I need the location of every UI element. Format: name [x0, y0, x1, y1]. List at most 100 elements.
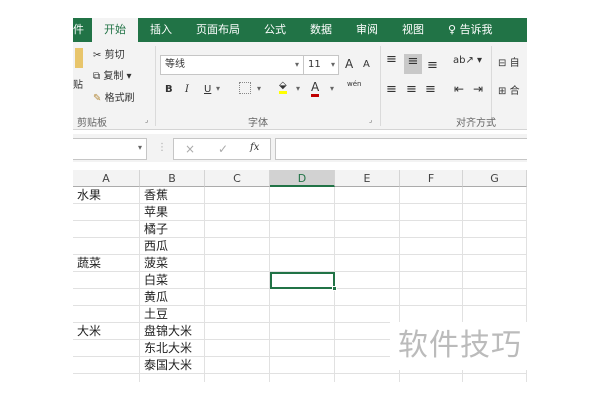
copy-button[interactable]: ⧉ 复制 ▾	[93, 67, 132, 82]
name-box[interactable]: ▾	[73, 138, 147, 160]
increase-indent-button[interactable]: ⇥	[473, 82, 483, 96]
cell-c10[interactable]	[205, 340, 270, 357]
cell-b11[interactable]: 泰国大米	[140, 357, 205, 374]
cell-g4[interactable]	[463, 238, 527, 255]
cell-f12[interactable]	[400, 374, 463, 382]
cell-b1[interactable]: 香蕉	[140, 187, 205, 204]
fill-color-icon[interactable]: ⬙	[279, 80, 287, 94]
formula-input[interactable]	[275, 138, 527, 160]
underline-button[interactable]: U	[204, 84, 211, 95]
cell-e5[interactable]	[335, 255, 400, 272]
phonetic-button[interactable]: wén	[347, 80, 361, 88]
cell-f4[interactable]	[400, 238, 463, 255]
cell-f5[interactable]	[400, 255, 463, 272]
cell-c6[interactable]	[205, 272, 270, 289]
cell-a10[interactable]	[73, 340, 140, 357]
cell-a2[interactable]	[73, 204, 140, 221]
cell-d11[interactable]	[270, 357, 335, 374]
tab-view[interactable]: 视图	[390, 18, 436, 42]
tab-review[interactable]: 审阅	[344, 18, 390, 42]
cell-b5[interactable]: 菠菜	[140, 255, 205, 272]
cell-g1[interactable]	[463, 187, 527, 204]
cell-c3[interactable]	[205, 221, 270, 238]
cell-e3[interactable]	[335, 221, 400, 238]
clipboard-launcher-icon[interactable]: ⌟	[145, 116, 148, 124]
cell-f2[interactable]	[400, 204, 463, 221]
font-color-dropdown[interactable]: ▾	[330, 84, 334, 93]
font-name-select[interactable]: 等线 ▾	[160, 55, 304, 75]
decrease-indent-button[interactable]: ⇤	[454, 82, 464, 96]
cell-c9[interactable]	[205, 323, 270, 340]
tell-me-search[interactable]: ♀ 告诉我	[436, 18, 505, 42]
align-middle-button[interactable]: ≡	[404, 54, 422, 74]
cell-g7[interactable]	[463, 289, 527, 306]
cell-d12[interactable]	[270, 374, 335, 382]
cell-b9[interactable]: 盘锦大米	[140, 323, 205, 340]
format-painter-button[interactable]: ✎ 格式刷	[93, 89, 135, 104]
cell-a9[interactable]: 大米	[73, 323, 140, 340]
cell-g3[interactable]	[463, 221, 527, 238]
tab-page-layout[interactable]: 页面布局	[184, 18, 252, 42]
cell-b2[interactable]: 苹果	[140, 204, 205, 221]
cell-b10[interactable]: 东北大米	[140, 340, 205, 357]
cell-b8[interactable]: 土豆	[140, 306, 205, 323]
column-header-g[interactable]: G	[463, 170, 527, 187]
cancel-button[interactable]: ×	[185, 142, 195, 156]
cell-g6[interactable]	[463, 272, 527, 289]
cell-d3[interactable]	[270, 221, 335, 238]
cell-f7[interactable]	[400, 289, 463, 306]
cell-c12[interactable]	[205, 374, 270, 382]
cell-a1[interactable]: 水果	[73, 187, 140, 204]
cell-e12[interactable]	[335, 374, 400, 382]
tab-data[interactable]: 数据	[298, 18, 344, 42]
cell-e7[interactable]	[335, 289, 400, 306]
enter-button[interactable]: ✓	[218, 142, 228, 156]
cell-b6[interactable]: 白菜	[140, 272, 205, 289]
font-size-select[interactable]: 11 ▾	[303, 55, 339, 75]
cell-c1[interactable]	[205, 187, 270, 204]
cell-f3[interactable]	[400, 221, 463, 238]
cell-a8[interactable]	[73, 306, 140, 323]
tab-insert[interactable]: 插入	[138, 18, 184, 42]
font-color-icon[interactable]: A	[311, 80, 320, 97]
cell-c7[interactable]	[205, 289, 270, 306]
wrap-text-button[interactable]: ⊟ 自	[498, 54, 520, 69]
cell-b3[interactable]: 橘子	[140, 221, 205, 238]
column-header-b[interactable]: B	[140, 170, 205, 187]
cell-b4[interactable]: 西瓜	[140, 238, 205, 255]
cell-f1[interactable]	[400, 187, 463, 204]
column-header-f[interactable]: F	[400, 170, 463, 187]
cell-a12[interactable]	[73, 374, 140, 382]
cell-f8[interactable]	[400, 306, 463, 323]
cell-e1[interactable]	[335, 187, 400, 204]
font-launcher-icon[interactable]: ⌟	[369, 116, 372, 124]
cell-e2[interactable]	[335, 204, 400, 221]
underline-dropdown[interactable]: ▾	[216, 84, 220, 93]
paste-button[interactable]: 贴	[73, 76, 83, 91]
cell-a5[interactable]: 蔬菜	[73, 255, 140, 272]
decrease-font-button[interactable]: A	[363, 59, 370, 70]
tab-formulas[interactable]: 公式	[252, 18, 298, 42]
cell-e4[interactable]	[335, 238, 400, 255]
align-center-button[interactable]: ≡	[406, 82, 417, 97]
cell-c5[interactable]	[205, 255, 270, 272]
cell-b12[interactable]	[140, 374, 205, 382]
insert-function-button[interactable]: fx	[250, 142, 259, 153]
orientation-button[interactable]: ab↗ ▾	[453, 55, 482, 66]
italic-button[interactable]: I	[185, 84, 189, 95]
align-top-button[interactable]: ≡	[386, 52, 397, 67]
bold-button[interactable]: B	[165, 84, 173, 95]
cell-g8[interactable]	[463, 306, 527, 323]
cell-d6[interactable]	[270, 272, 337, 291]
cell-a7[interactable]	[73, 289, 140, 306]
cell-c4[interactable]	[205, 238, 270, 255]
cell-a3[interactable]	[73, 221, 140, 238]
cell-c11[interactable]	[205, 357, 270, 374]
cell-g12[interactable]	[463, 374, 527, 382]
align-right-button[interactable]: ≡	[425, 82, 436, 97]
column-header-d[interactable]: D	[270, 170, 335, 187]
cell-d8[interactable]	[270, 306, 335, 323]
cell-e8[interactable]	[335, 306, 400, 323]
cell-d2[interactable]	[270, 204, 335, 221]
align-bottom-button[interactable]: ≡	[427, 58, 438, 73]
